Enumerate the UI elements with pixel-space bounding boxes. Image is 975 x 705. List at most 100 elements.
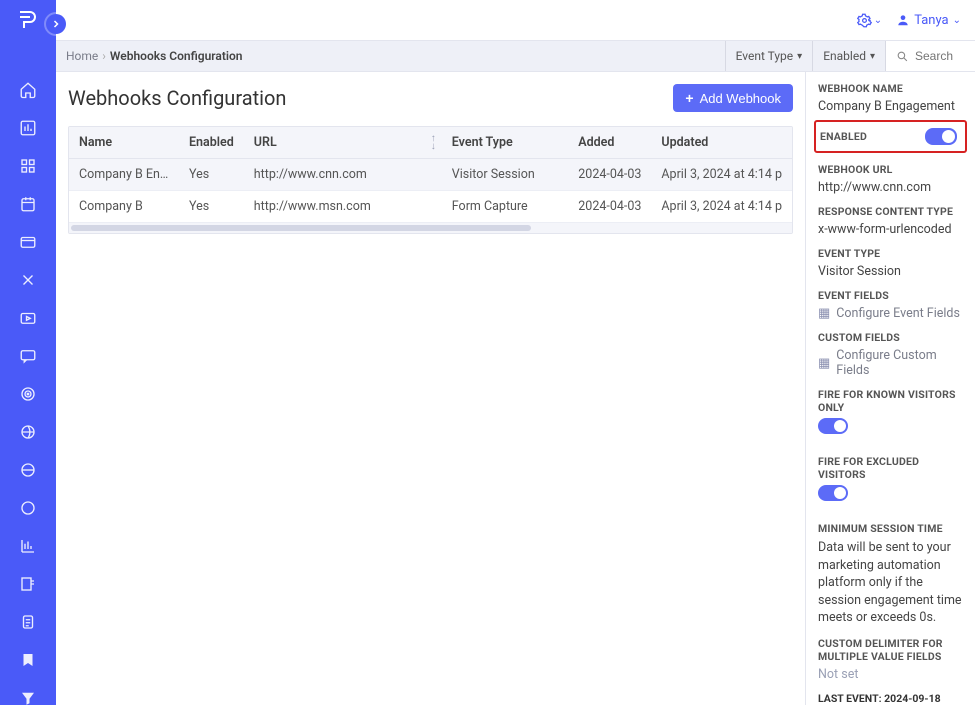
nav-home-icon[interactable] [18,80,38,100]
nav-icons [18,80,38,705]
nav-globe1-icon[interactable] [18,422,38,442]
nav-globe2-icon[interactable] [18,460,38,480]
user-menu[interactable]: Tanya ⌄ [896,13,961,28]
nav-globe3-icon[interactable] [18,498,38,518]
nav-target-icon[interactable] [18,384,38,404]
breadcrumb-current: Webhooks Configuration [110,49,243,63]
cell-event-type: Visitor Session [442,159,568,191]
value-webhook-name: Company B Engagement [818,99,963,114]
table-header-row: Name Enabled URL↑↓ Event Type Added Upda… [69,127,792,159]
nav-bookmark-icon[interactable] [18,650,38,670]
plus-icon: + [685,90,693,106]
scrollbar-thumb[interactable] [71,225,531,231]
cell-url: http://www.cnn.com [244,159,442,191]
filter-enabled-label: Enabled [823,49,866,63]
app-logo-icon [14,8,42,32]
add-webhook-button[interactable]: + Add Webhook [673,84,793,112]
cell-updated: April 3, 2024 at 4:14 p [651,191,792,223]
search-box[interactable] [885,41,975,71]
value-response-content-type: x-www-form-urlencoded [818,222,963,237]
cell-added: 2024-04-03 [568,159,651,191]
content-row: Webhooks Configuration + Add Webhook Nam… [56,72,975,705]
caret-down-icon: ▾ [797,51,802,62]
toggle-fire-excluded[interactable] [818,485,848,501]
label-custom-delim: CUSTOM DELIMITER FOR MULTIPLE VALUE FIEL… [818,637,963,663]
chevron-down-icon: ⌄ [874,15,882,26]
nav-funnel-icon[interactable] [18,688,38,705]
label-webhook-name: WEBHOOK NAME [818,82,963,95]
configure-icon: ▦ [818,356,830,371]
nav-wallet-icon[interactable] [18,232,38,252]
table-row[interactable]: Company B Engage… Yes http://www.cnn.com… [69,159,792,191]
th-event-type[interactable]: Event Type [442,127,568,159]
center-pane: Webhooks Configuration + Add Webhook Nam… [56,72,805,705]
cell-updated: April 3, 2024 at 4:14 p [651,159,792,191]
label-fire-excluded: FIRE FOR EXCLUDED VISITORS [818,455,963,481]
th-name[interactable]: Name [69,127,179,159]
label-enabled: ENABLED [820,130,867,143]
cell-enabled: Yes [179,191,244,223]
value-event-type: Visitor Session [818,264,963,279]
nav-chart-icon[interactable] [18,536,38,556]
horizontal-scrollbar[interactable] [69,223,792,233]
add-webhook-label: Add Webhook [700,91,781,106]
link-configure-custom-fields[interactable]: ▦ Configure Custom Fields [818,348,963,378]
page-title: Webhooks Configuration [68,86,286,110]
value-custom-delim: Not set [818,667,963,682]
cell-name: Company B Engage… [69,159,179,191]
label-event-fields: EVENT FIELDS [818,289,963,302]
configure-icon: ▦ [818,306,830,321]
nav-video-icon[interactable] [18,308,38,328]
label-webhook-url: WEBHOOK URL [818,163,963,176]
nav-clipboard-icon[interactable] [18,612,38,632]
left-nav [0,0,56,705]
breadcrumb-separator: › [102,49,106,63]
enabled-highlight: ENABLED [814,120,967,153]
settings-menu[interactable]: ⌄ [857,13,882,28]
th-url[interactable]: URL↑↓ [244,127,442,159]
expand-nav-button[interactable] [46,14,66,34]
cell-added: 2024-04-03 [568,191,651,223]
label-custom-fields: CUSTOM FIELDS [818,331,963,344]
filter-event-type[interactable]: Event Type ▾ [725,41,813,71]
sort-icon[interactable]: ↑↓ [431,135,436,151]
th-updated[interactable]: Updated [651,127,792,159]
search-input[interactable] [915,49,965,63]
nav-chat-icon[interactable] [18,346,38,366]
breadcrumb-home[interactable]: Home [66,49,98,63]
breadcrumb-bar: Home › Webhooks Configuration Event Type… [56,40,975,72]
cell-event-type: Form Capture [442,191,568,223]
th-added[interactable]: Added [568,127,651,159]
nav-export-icon[interactable] [18,574,38,594]
cell-name: Company B [69,191,179,223]
webhooks-table: Name Enabled URL↑↓ Event Type Added Upda… [68,126,793,234]
toggle-enabled[interactable] [925,128,957,145]
table-row[interactable]: Company B Yes http://www.msn.com Form Ca… [69,191,792,223]
last-event: LAST EVENT: 2024-09-18 6:00 PM [818,692,963,705]
th-enabled[interactable]: Enabled [179,127,244,159]
link-configure-event-fields[interactable]: ▦ Configure Event Fields [818,306,963,321]
label-event-type: EVENT TYPE [818,247,963,260]
link-configure-custom-fields-label: Configure Custom Fields [836,348,963,378]
main-area: ⌄ Tanya ⌄ Home › Webhooks Configuration … [56,0,975,705]
value-webhook-url: http://www.cnn.com [818,180,963,195]
caret-down-icon: ▾ [870,51,875,62]
chevron-down-icon: ⌄ [953,15,961,26]
value-min-session: Data will be sent to your marketing auto… [818,539,963,627]
top-bar: ⌄ Tanya ⌄ [56,0,975,40]
nav-calendar-icon[interactable] [18,194,38,214]
toggle-fire-known[interactable] [818,418,848,434]
nav-analytics-icon[interactable] [18,118,38,138]
label-fire-known: FIRE FOR KNOWN VISITORS ONLY [818,388,963,414]
cell-enabled: Yes [179,159,244,191]
user-name: Tanya [914,13,948,28]
label-min-session: MINIMUM SESSION TIME [818,522,963,535]
filter-enabled[interactable]: Enabled ▾ [812,41,885,71]
page-header: Webhooks Configuration + Add Webhook [68,84,793,112]
label-response-content-type: RESPONSE CONTENT TYPE [818,205,963,218]
cell-url: http://www.msn.com [244,191,442,223]
detail-panel: WEBHOOK NAME Company B Engagement ENABLE… [805,72,975,705]
nav-grid-icon[interactable] [18,156,38,176]
nav-tools-icon[interactable] [18,270,38,290]
search-icon [896,50,909,63]
